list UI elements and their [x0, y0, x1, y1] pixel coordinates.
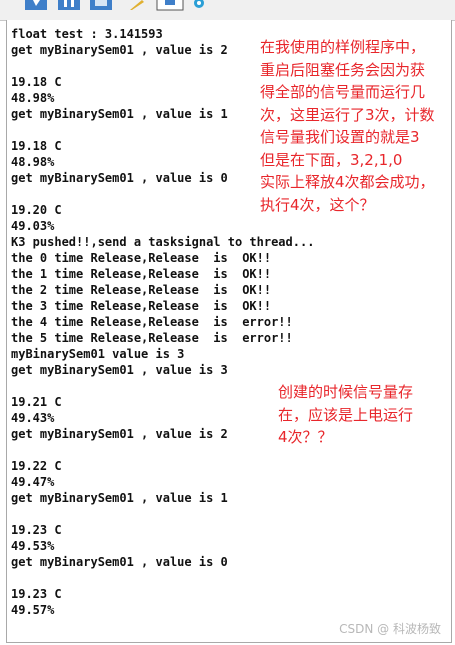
console-line: the 1 time Release,Release is OK!! — [11, 267, 272, 281]
console-line: 49.57% — [11, 603, 55, 617]
run-icon[interactable] — [25, 0, 47, 10]
watermark: CSDN @ 科波杨致 — [339, 622, 441, 636]
console-line: K3 pushed!!,send a tasksignal to thread.… — [11, 235, 315, 249]
console-line: the 5 time Release,Release is error!! — [11, 331, 293, 345]
console-line: 49.53% — [11, 539, 55, 553]
console-line: 49.47% — [11, 475, 55, 489]
console-line: myBinarySem01 value is 3 — [11, 347, 185, 361]
console-line: 49.03% — [11, 219, 55, 233]
console-line: 19.22 C — [11, 459, 62, 473]
annotation-note-1: 在我使用的样例程序中， 重启后阻塞任务会因为获 得全部的信号量而运行几 次，这里… — [260, 38, 435, 214]
pause-icon[interactable] — [58, 0, 80, 10]
console-line: get myBinarySem01 , value is 3 — [11, 363, 228, 377]
annotation-note-2: 创建的时候信号量存 在，应该是上电运行 4次？？ — [278, 383, 414, 446]
console-line: get myBinarySem01 , value is 0 — [11, 555, 228, 569]
save-icon[interactable] — [156, 0, 184, 11]
console-line: the 0 time Release,Release is OK!! — [11, 251, 272, 265]
console-line: 19.23 C — [11, 587, 62, 601]
toolbar — [0, 0, 455, 21]
console-line: 19.21 C — [11, 395, 62, 409]
gear-icon[interactable] — [190, 0, 208, 10]
console-line: the 4 time Release,Release is error!! — [11, 315, 293, 329]
console-line: get myBinarySem01 , value is 1 — [11, 491, 228, 505]
console-line: get myBinarySem01 , value is 2 — [11, 427, 228, 441]
pencil-icon[interactable] — [128, 0, 144, 10]
console-line: the 3 time Release,Release is OK!! — [11, 299, 272, 313]
console-line: the 2 time Release,Release is OK!! — [11, 283, 272, 297]
console-line: 49.43% — [11, 411, 55, 425]
console-line: 19.23 C — [11, 523, 62, 537]
stop-icon[interactable] — [90, 0, 112, 10]
